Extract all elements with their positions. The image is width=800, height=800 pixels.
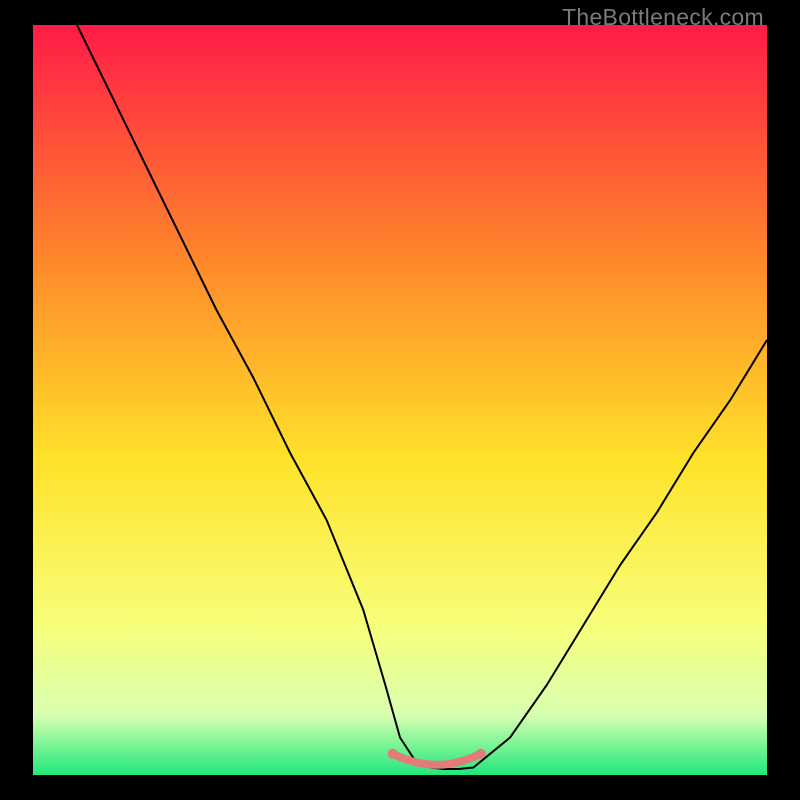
chart-container: TheBottleneck.com xyxy=(0,0,800,800)
gradient-background xyxy=(33,25,767,775)
plot-area xyxy=(33,25,767,775)
